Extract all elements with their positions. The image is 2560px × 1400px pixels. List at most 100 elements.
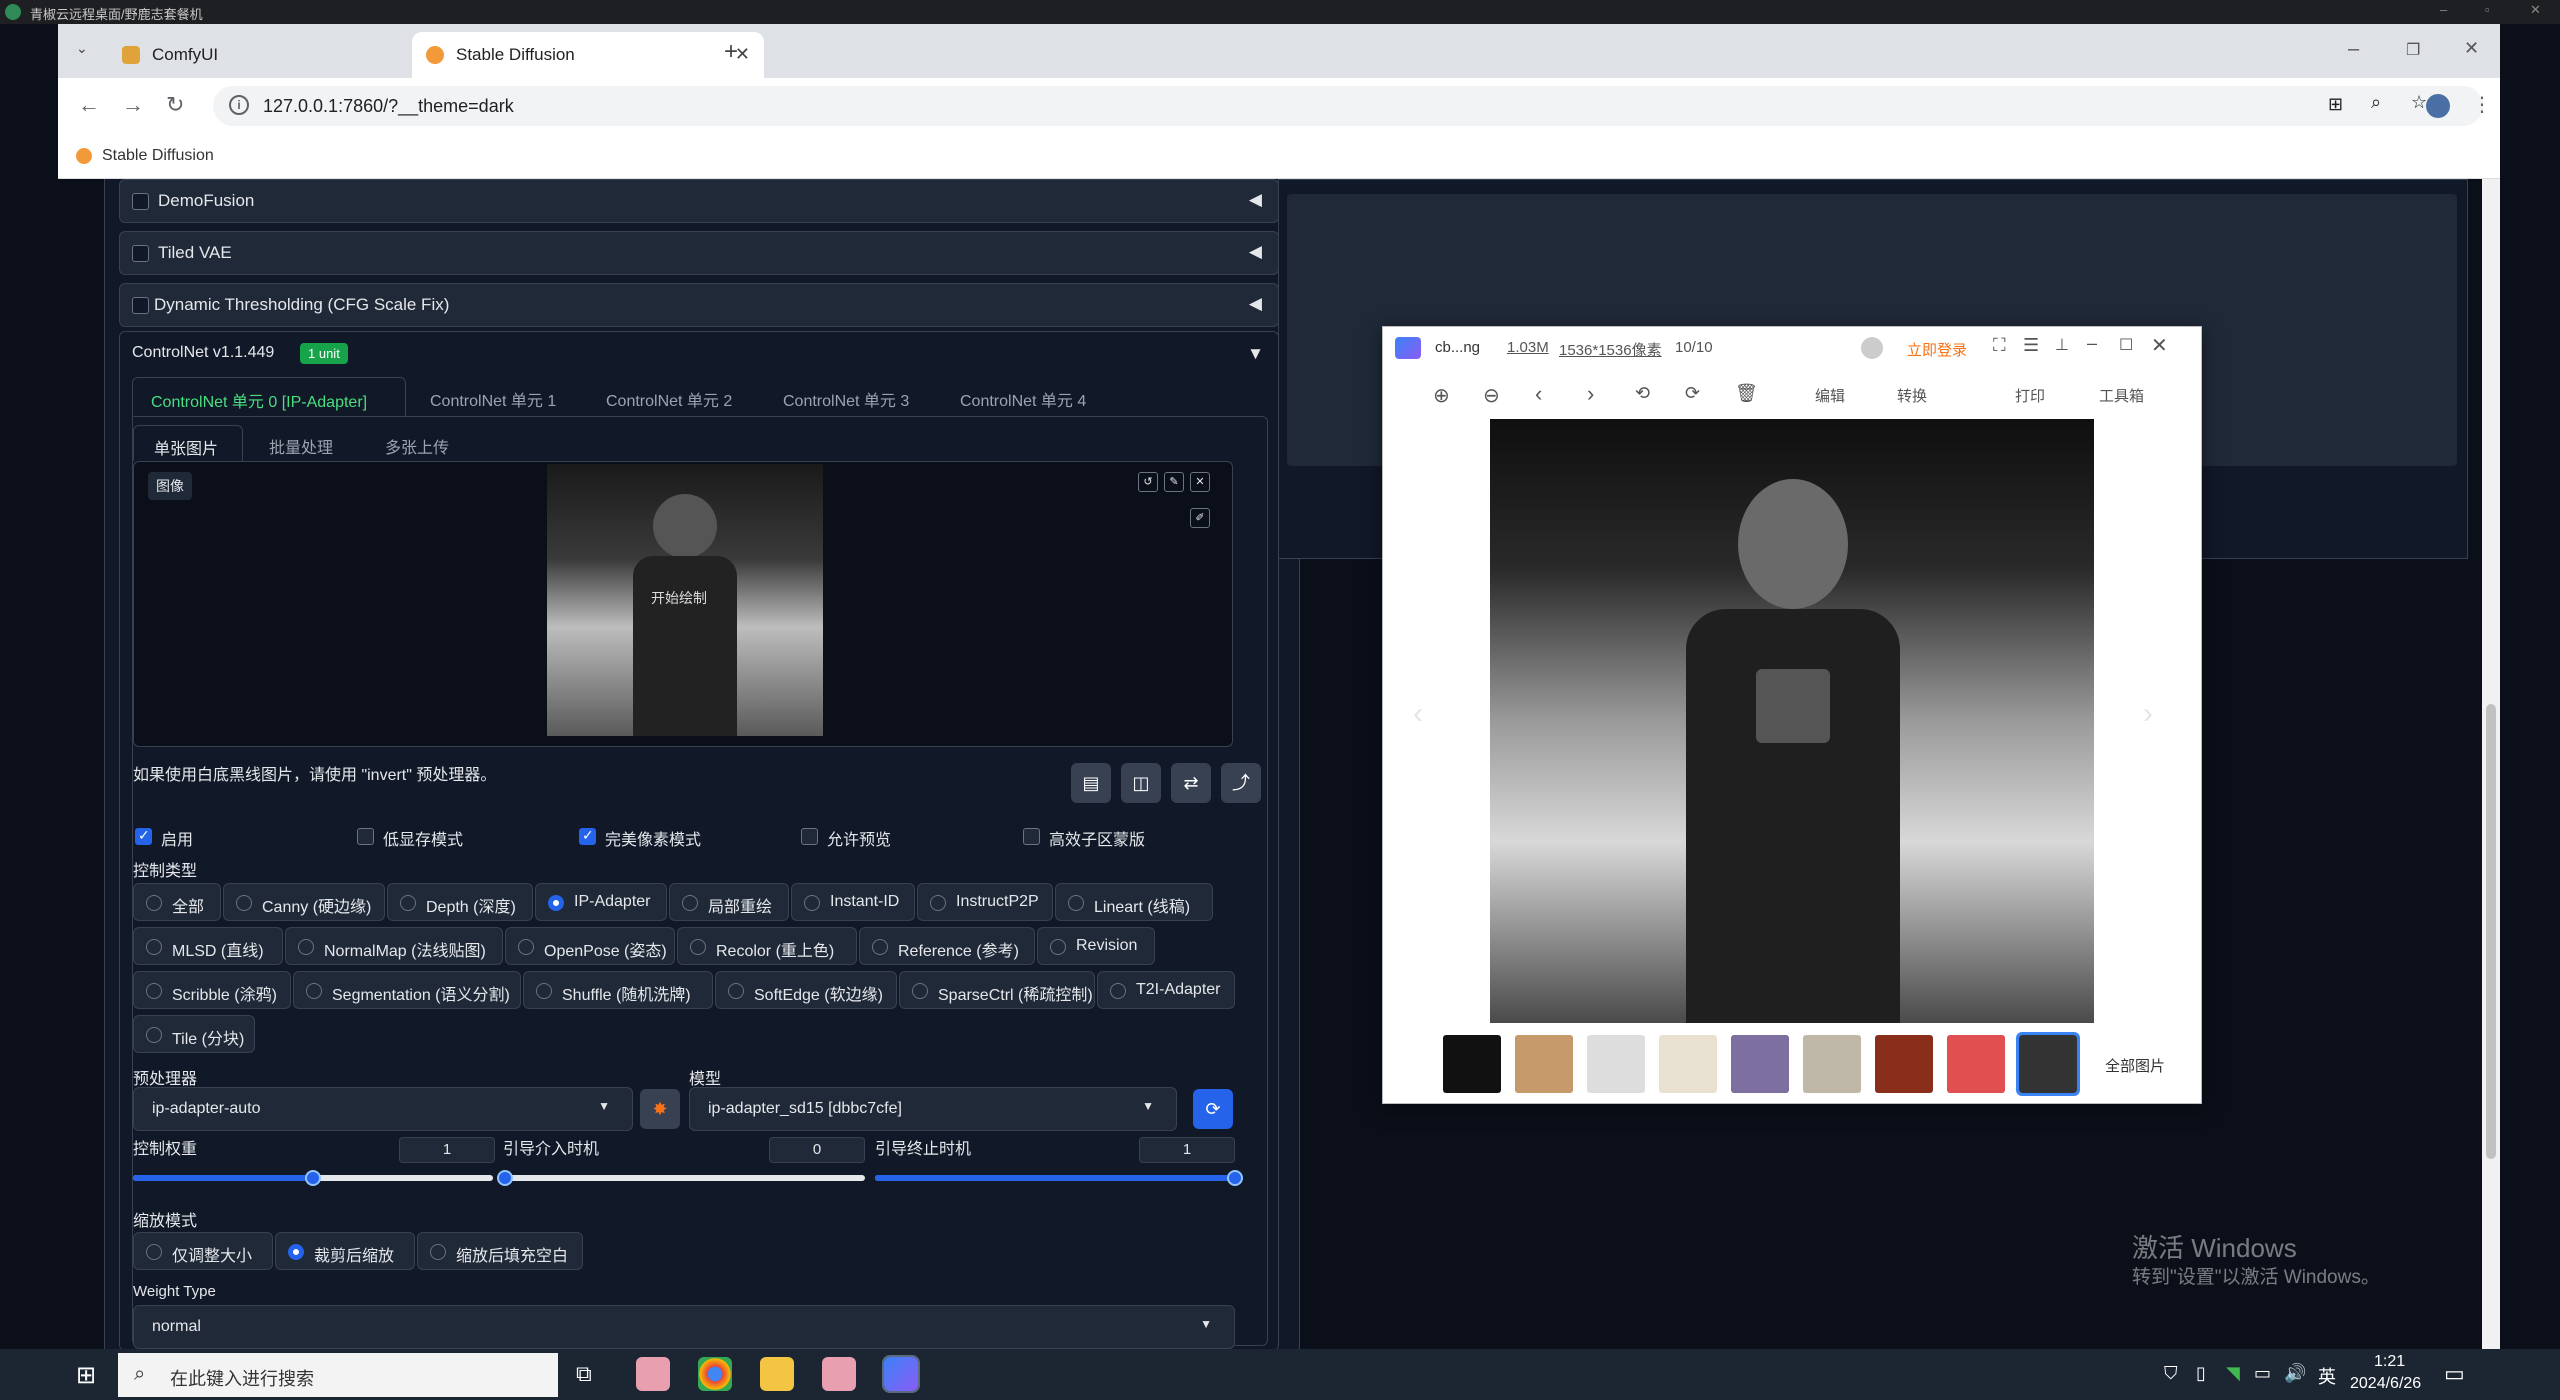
edit-button[interactable]: 编辑 [1815, 385, 1845, 406]
all-images-link[interactable]: 全部图片 [2105, 1055, 2165, 1076]
remote-close-button[interactable]: ✕ [2530, 2, 2541, 18]
slider-knob[interactable] [305, 1170, 321, 1186]
type-scribble[interactable]: Scribble (涂鸦) [133, 971, 291, 1009]
tab-unit-2[interactable]: ControlNet 单元 2 [606, 387, 732, 411]
type-normalmap[interactable]: NormalMap (法线贴图) [285, 927, 503, 965]
usb-icon[interactable]: ▯ [2196, 1363, 2206, 1384]
pixel-perfect-checkbox[interactable] [579, 827, 596, 845]
thumbnail[interactable] [1587, 1035, 1645, 1093]
start-input[interactable]: 0 [769, 1137, 865, 1163]
next-icon[interactable]: › [1587, 381, 1594, 407]
type-revision[interactable]: Revision [1037, 927, 1155, 965]
app-anime-icon-2[interactable] [822, 1357, 856, 1391]
swap-icon[interactable]: ⇄ [1171, 763, 1211, 803]
model-select[interactable]: ip-adapter_sd15 [dbbc7cfe] ▼ [689, 1087, 1177, 1131]
viewer-size[interactable]: 1.03M [1507, 339, 1549, 356]
tab-unit-3[interactable]: ControlNet 单元 3 [783, 387, 909, 411]
start-windows-icon[interactable]: ⊞ [76, 1361, 96, 1390]
delete-icon[interactable]: 🗑 [1735, 383, 1758, 404]
tab-unit-0[interactable]: ControlNet 单元 0 [IP-Adapter] [132, 377, 406, 417]
preprocessor-select[interactable]: ip-adapter-auto ▼ [133, 1087, 633, 1131]
prev-image-arrow-icon[interactable]: ‹ [1413, 697, 1423, 731]
forward-icon[interactable]: → [122, 92, 144, 118]
minimize-button[interactable]: – [2348, 38, 2359, 61]
send-dimensions-icon[interactable]: ⤴ [1221, 763, 1261, 803]
type-inpaint[interactable]: 局部重绘 [669, 883, 789, 921]
thumbnail[interactable] [1443, 1035, 1501, 1093]
weight-type-select[interactable]: normal ▼ [133, 1305, 1235, 1349]
site-info-icon[interactable]: i [229, 95, 249, 115]
type-mlsd[interactable]: MLSD (直线) [133, 927, 283, 965]
tab-comfyui[interactable]: ComfyUI ✕ [108, 32, 458, 78]
slider-knob[interactable] [497, 1170, 513, 1186]
next-image-arrow-icon[interactable]: › [2143, 697, 2153, 731]
clear-icon[interactable]: ✕ [1190, 472, 1210, 492]
print-button[interactable]: 打印 [2015, 385, 2045, 406]
translate-icon[interactable]: ⊞ [2328, 94, 2343, 115]
thumbnail[interactable] [1515, 1035, 1573, 1093]
low-vram-checkbox[interactable] [357, 828, 374, 845]
expand-arrow-icon[interactable]: ◀ [1249, 242, 1262, 262]
type-reference[interactable]: Reference (参考) [859, 927, 1035, 965]
user-avatar[interactable] [1861, 337, 1883, 359]
clock-time[interactable]: 1:21 [2374, 1353, 2405, 1371]
type-lineart[interactable]: Lineart (线稿) [1055, 883, 1213, 921]
allow-preview-checkbox[interactable] [801, 828, 818, 845]
type-all[interactable]: 全部 [133, 883, 221, 921]
accordion-dynamic-thresholding[interactable]: Dynamic Thresholding (CFG Scale Fix) ◀ [119, 283, 1279, 327]
thumbnail[interactable] [1659, 1035, 1717, 1093]
resize-fill[interactable]: 缩放后填充空白 [417, 1232, 583, 1270]
zoom-icon[interactable]: ⌕ [2371, 92, 2381, 113]
reload-icon[interactable]: ↻ [166, 92, 184, 118]
close-icon[interactable]: ✕ [2151, 333, 2168, 358]
brush-icon[interactable]: ✐ [1190, 508, 1210, 528]
notification-icon[interactable]: ▭ [2444, 1361, 2465, 1387]
run-preprocessor-icon[interactable]: ✸ [640, 1089, 680, 1129]
tab-unit-4[interactable]: ControlNet 单元 4 [960, 387, 1086, 411]
scrollbar-thumb[interactable] [2486, 704, 2496, 1159]
app-anime-icon[interactable] [636, 1357, 670, 1391]
refresh-models-icon[interactable]: ⟳ [1193, 1089, 1233, 1129]
type-depth[interactable]: Depth (深度) [387, 883, 533, 921]
zoom-out-icon[interactable]: ⊖ [1483, 383, 1500, 408]
convert-button[interactable]: 转换 [1897, 385, 1927, 406]
type-sparsectrl[interactable]: SparseCtrl (稀疏控制) [899, 971, 1095, 1009]
type-tile[interactable]: Tile (分块) [133, 1015, 255, 1053]
expand-arrow-icon[interactable]: ◀ [1249, 190, 1262, 210]
tab-unit-1[interactable]: ControlNet 单元 1 [430, 387, 556, 411]
profile-avatar[interactable] [2426, 94, 2450, 118]
accordion-tiled-vae[interactable]: Tiled VAE ◀ [119, 231, 1279, 275]
write-doc-icon[interactable]: ▤ [1071, 763, 1111, 803]
thumbnail[interactable] [1875, 1035, 1933, 1093]
back-icon[interactable]: ← [78, 92, 100, 118]
type-openpose[interactable]: OpenPose (姿态) [505, 927, 675, 965]
collapse-arrow-icon[interactable]: ▼ [1247, 344, 1264, 364]
remote-minimize-button[interactable]: – [2440, 2, 2447, 17]
file-explorer-icon[interactable] [760, 1357, 794, 1391]
toolbox-button[interactable]: 工具箱 [2099, 385, 2144, 406]
clock-date[interactable]: 2024/6/26 [2350, 1375, 2421, 1393]
weight-input[interactable]: 1 [399, 1137, 495, 1163]
enable-checkbox[interactable] [135, 827, 152, 845]
dynamic-thresholding-checkbox[interactable] [132, 297, 149, 314]
type-ip-adapter[interactable]: IP-Adapter [535, 883, 667, 921]
thumbnail-selected[interactable] [2016, 1032, 2080, 1096]
tab-multi-upload[interactable]: 多张上传 [385, 434, 449, 458]
address-bar[interactable]: i 127.0.0.1:7860/?__theme=dark ⊞ ⌕ ☆ [213, 86, 2483, 126]
close-button[interactable]: ✕ [2464, 38, 2479, 59]
thumbnail[interactable] [1947, 1035, 2005, 1093]
image-viewer-app-icon[interactable] [882, 1355, 920, 1393]
bookmark-star-icon[interactable]: ☆ [2411, 92, 2427, 113]
demofusion-checkbox[interactable] [132, 193, 149, 210]
resize-just-resize[interactable]: 仅调整大小 [133, 1232, 273, 1270]
new-tab-button[interactable]: + [724, 38, 738, 66]
volume-icon[interactable]: 🔊 [2284, 1363, 2306, 1384]
viewer-dims[interactable]: 1536*1536像素 [1559, 339, 1662, 360]
maximize-icon[interactable]: ☐ [2119, 335, 2133, 355]
login-link[interactable]: 立即登录 [1907, 339, 1967, 360]
type-t2i-adapter[interactable]: T2I-Adapter [1097, 971, 1235, 1009]
expand-arrow-icon[interactable]: ◀ [1249, 294, 1262, 314]
minimize-icon[interactable]: – [2087, 333, 2097, 354]
nvidia-icon[interactable]: ◥ [2226, 1363, 2240, 1384]
thumbnail[interactable] [1803, 1035, 1861, 1093]
